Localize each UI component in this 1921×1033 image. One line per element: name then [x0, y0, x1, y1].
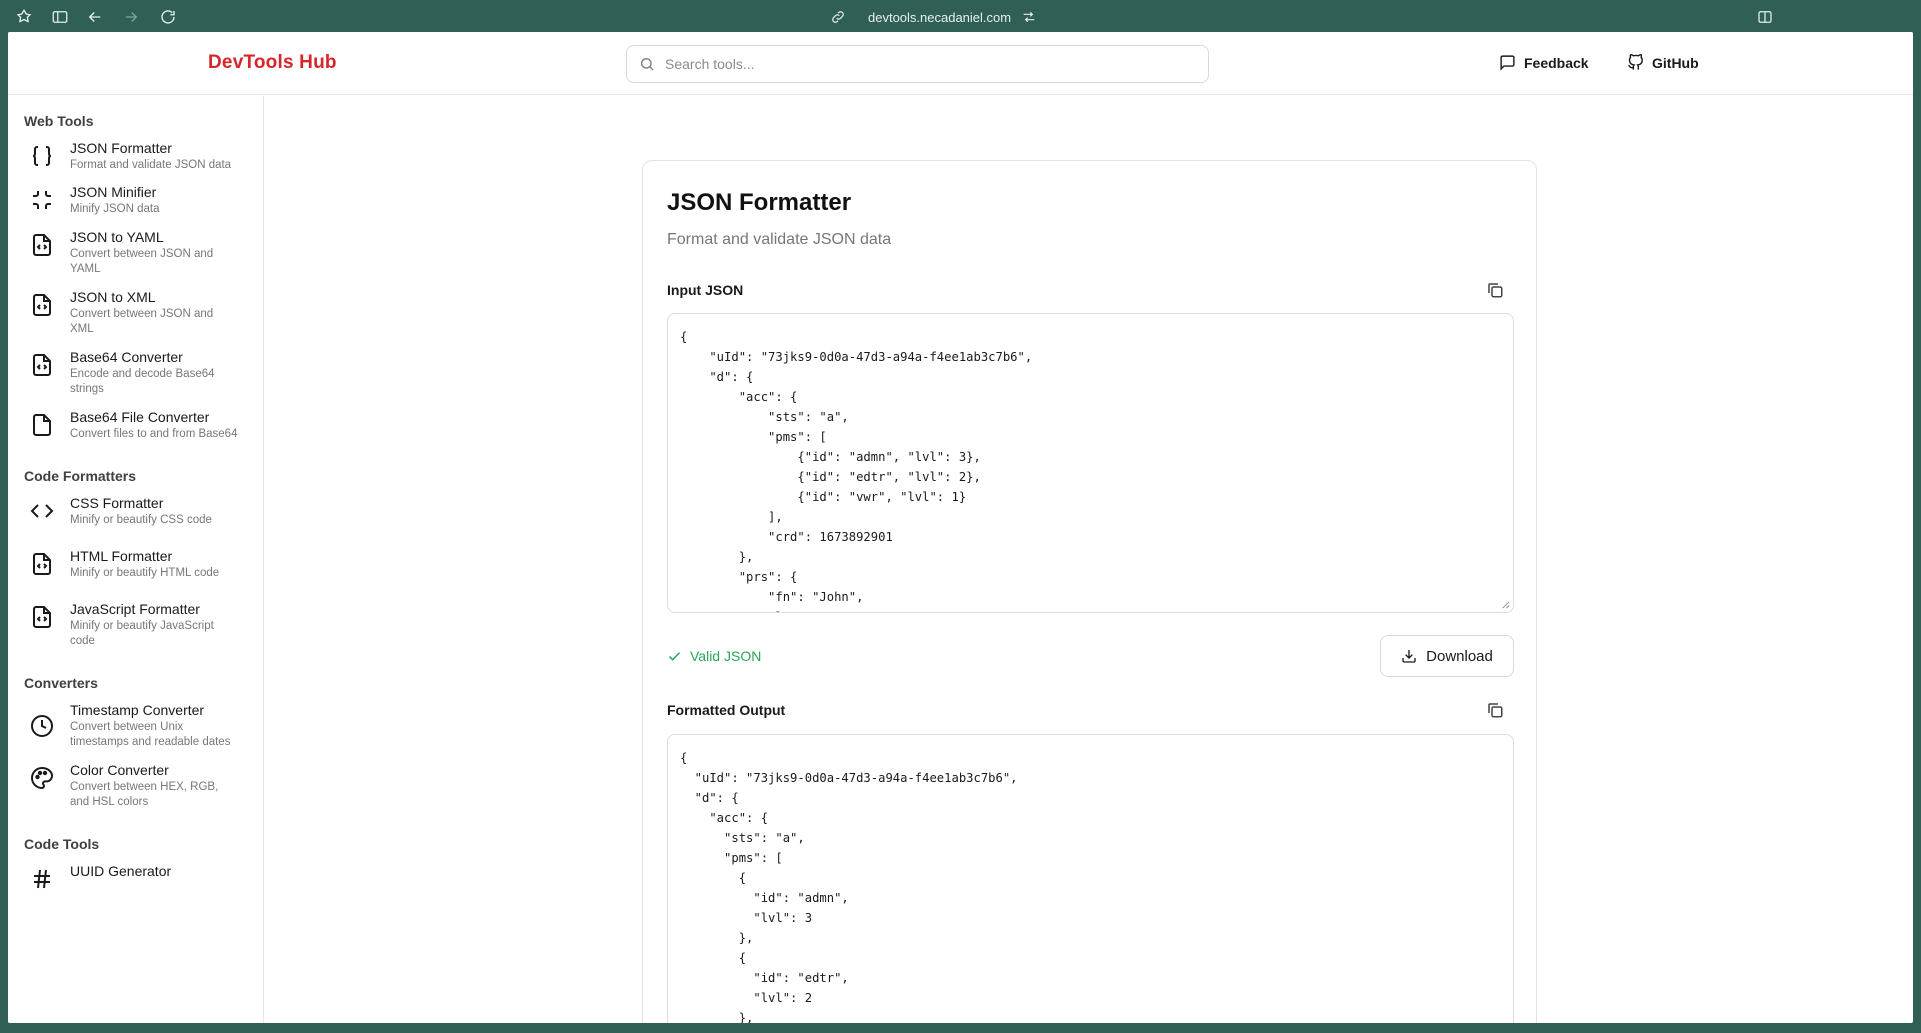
- sidebar-item-label: JSON Formatter: [70, 140, 172, 156]
- download-label: Download: [1426, 647, 1493, 665]
- sidebar-item-css-formatter[interactable]: CSS Formatter Minify or beautify CSS code: [8, 495, 263, 528]
- address-bar[interactable]: devtools.necadaniel.com: [830, 7, 1037, 27]
- sidebar-item-label: CSS Formatter: [70, 495, 164, 511]
- message-square-icon: [1500, 55, 1515, 71]
- download-icon: [1402, 650, 1416, 663]
- sidebar-item-json-to-yaml[interactable]: JSON to YAML Convert between JSON and YAM…: [8, 229, 263, 277]
- sidebar-item-desc: Minify or beautify HTML code: [70, 567, 220, 579]
- sidebar-item-html-formatter[interactable]: HTML Formatter Minify or beautify HTML co…: [8, 548, 263, 581]
- split-view-icon[interactable]: [1756, 8, 1774, 26]
- brand-logo[interactable]: DevTools Hub: [208, 52, 337, 74]
- code-icon: [30, 499, 54, 523]
- sidebar[interactable]: Web Tools JSON Formatter Format and valid…: [8, 96, 264, 1023]
- feedback-label: Feedback: [1524, 54, 1589, 71]
- sidebar-item-label: UUID Generator: [70, 863, 172, 879]
- json-input-content: { "uId": "73jks9-0d0a-47d3-a94a-f4ee1ab3…: [680, 330, 1033, 612]
- download-button[interactable]: Download: [1380, 635, 1514, 677]
- hash-icon: [30, 867, 54, 891]
- sidebar-item-desc: Convert between HEX, RGB, and HSL colors: [70, 781, 219, 808]
- sidebar-item-desc: Convert between Unix timestamps and read…: [70, 721, 231, 748]
- sidebar-item-label: Base64 Converter: [70, 349, 183, 365]
- sidebar-item-desc: Convert files to and from Base64: [70, 428, 238, 440]
- app-header: DevTools Hub Feedback GitHub: [8, 32, 1913, 95]
- sidebar-item-uuid-generator[interactable]: UUID Generator: [8, 863, 263, 891]
- sidebar-item-desc: Convert between JSON and YAML: [70, 248, 214, 275]
- sidebar-item-desc: Minify JSON data: [70, 203, 160, 215]
- formatted-output-box[interactable]: { "uId": "73jks9-0d0a-47d3-a94a-f4ee1ab3…: [667, 734, 1514, 1023]
- minimize-icon: [30, 188, 54, 212]
- copy-icon: [1488, 283, 1503, 298]
- feedback-link[interactable]: Feedback: [1499, 54, 1589, 71]
- sidebar-item-label: Timestamp Converter: [70, 702, 205, 718]
- sidebar-item-desc: Encode and decode Base64 strings: [70, 368, 215, 395]
- github-label: GitHub: [1652, 54, 1699, 71]
- search-icon: [641, 58, 654, 71]
- page-title: JSON Formatter: [667, 189, 852, 216]
- sidebar-item-base64-file-converter[interactable]: Base64 File Converter Convert files to an…: [8, 409, 263, 442]
- search-box[interactable]: [626, 45, 1209, 83]
- page-subtitle: Format and validate JSON data: [667, 231, 892, 248]
- sidebar-toggle-icon[interactable]: [51, 8, 69, 26]
- forward-arrow-icon[interactable]: [122, 8, 140, 26]
- sidebar-item-json-formatter[interactable]: JSON Formatter Format and validate JSON d…: [8, 140, 263, 173]
- section-title-web-tools: Web Tools: [24, 113, 94, 129]
- section-title-code-tools: Code Tools: [24, 836, 100, 852]
- formatted-output-content: { "uId": "73jks9-0d0a-47d3-a94a-f4ee1ab3…: [680, 751, 1018, 1023]
- sidebar-item-label: JSON to XML: [70, 289, 156, 305]
- file-code-icon: [30, 353, 54, 377]
- file-code-icon: [30, 233, 54, 257]
- reload-icon[interactable]: [159, 8, 177, 26]
- browser-window: DevTools Hub Feedback GitHub Web Tools J…: [8, 32, 1913, 1023]
- section-title-code-formatters: Code Formatters: [24, 468, 137, 484]
- file-code-icon: [30, 293, 54, 317]
- browser-toolbar: devtools.necadaniel.com: [0, 0, 1921, 33]
- sidebar-item-base64-converter[interactable]: Base64 Converter Encode and decode Base64…: [8, 349, 263, 397]
- site-settings-icon[interactable]: [1021, 9, 1037, 25]
- sidebar-item-label: HTML Formatter: [70, 548, 173, 564]
- copy-output-button[interactable]: [1486, 701, 1506, 721]
- sidebar-item-label: JSON Minifier: [70, 184, 157, 200]
- sidebar-item-label: JSON to YAML: [70, 229, 164, 245]
- sidebar-item-json-to-xml[interactable]: JSON to XML Convert between JSON and XML: [8, 289, 263, 337]
- file-code-icon: [30, 605, 54, 629]
- clock-icon: [30, 714, 54, 738]
- sidebar-item-label: JavaScript Formatter: [70, 601, 200, 617]
- sidebar-item-desc: Minify or beautify CSS code: [70, 514, 212, 526]
- palette-icon: [30, 766, 54, 790]
- file-code-icon: [30, 552, 54, 576]
- input-json-label: Input JSON: [667, 282, 744, 298]
- sidebar-item-json-minifier[interactable]: JSON Minifier Minify JSON data: [8, 184, 263, 217]
- github-icon: [1628, 54, 1643, 70]
- tool-card: JSON Formatter Format and validate JSON …: [642, 160, 1537, 1023]
- sidebar-item-color-converter[interactable]: Color Converter Convert between HEX, RGB,…: [8, 762, 263, 810]
- link-icon: [832, 11, 844, 23]
- sidebar-item-label: Color Converter: [70, 762, 169, 778]
- url-text: devtools.necadaniel.com: [868, 9, 1012, 25]
- sidebar-item-label: Base64 File Converter: [70, 409, 210, 425]
- braces-icon: [30, 144, 54, 168]
- check-icon: [668, 651, 681, 661]
- back-arrow-icon[interactable]: [86, 8, 104, 26]
- sidebar-item-timestamp-converter[interactable]: Timestamp Converter Convert between Unix …: [8, 702, 263, 750]
- sidebar-item-desc: Minify or beautify JavaScript code: [70, 620, 214, 647]
- github-link[interactable]: GitHub: [1627, 54, 1699, 71]
- file-icon: [30, 413, 54, 437]
- json-input-textarea[interactable]: { "uId": "73jks9-0d0a-47d3-a94a-f4ee1ab3…: [667, 313, 1514, 613]
- sidebar-item-desc: Convert between JSON and XML: [70, 308, 214, 335]
- formatted-output-label: Formatted Output: [667, 702, 786, 718]
- search-input[interactable]: [665, 56, 1165, 72]
- valid-json-text: Valid JSON: [690, 648, 762, 664]
- section-title-converters: Converters: [24, 675, 98, 691]
- sidebar-item-javascript-formatter[interactable]: JavaScript Formatter Minify or beautify J…: [8, 601, 263, 649]
- resize-handle-icon[interactable]: [1501, 600, 1510, 609]
- main-content[interactable]: JSON Formatter Format and validate JSON …: [265, 96, 1913, 1023]
- sidebar-item-desc: Format and validate JSON data: [70, 159, 232, 171]
- validation-status: Valid JSON: [667, 648, 761, 664]
- copy-icon: [1488, 703, 1503, 718]
- browser-extensions-icon[interactable]: [15, 8, 33, 26]
- copy-input-button[interactable]: [1486, 281, 1506, 301]
